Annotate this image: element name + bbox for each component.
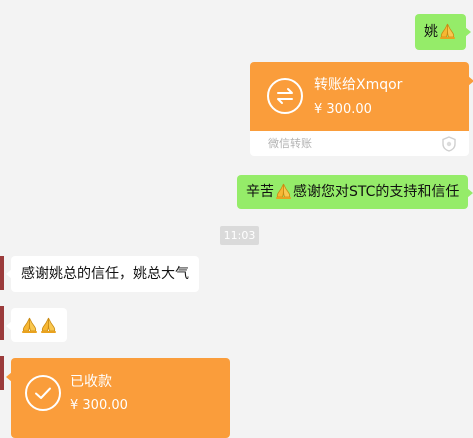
transfer-amount: ¥ 300.00 [70,398,128,413]
avatar-edge[interactable] [0,256,4,290]
message-text: 感谢姚总的信任，姚总大气 [21,266,189,282]
folded-hands-icon [275,183,292,199]
avatar-edge[interactable] [0,356,4,390]
transfer-status-title: 已收款 [70,374,112,390]
folded-hands-icon [40,317,57,333]
message-bubble-sent[interactable]: 姚 [415,14,471,50]
check-circle-icon [25,375,61,411]
message-text-suffix: 感谢您对STC的支持和信任 [293,184,460,200]
timestamp: 11:03 [220,226,259,245]
folded-hands-icon [21,317,38,333]
message-bubble-sent[interactable]: 辛苦 感谢您对STC的支持和信任 [237,175,473,209]
avatar-edge[interactable] [0,306,4,340]
message-bubble-received[interactable]: 感谢姚总的信任，姚总大气 [6,256,199,292]
transfer-card-sent[interactable]: 转账给Xmqor ¥ 300.00 微信转账 [250,62,473,156]
transfer-footer-label: 微信转账 [268,137,312,150]
transfer-amount: ¥ 300.00 [314,102,372,117]
transfer-card-received[interactable]: 已收款 ¥ 300.00 [6,358,230,438]
message-text-prefix: 辛苦 [246,184,274,200]
transfer-title: 转账给Xmqor [314,77,403,93]
message-text: 姚 [424,24,438,40]
folded-hands-icon [439,23,456,39]
wechat-pay-logo-icon [442,136,456,152]
transfer-arrows-icon [267,78,303,114]
message-bubble-received[interactable] [6,308,67,342]
